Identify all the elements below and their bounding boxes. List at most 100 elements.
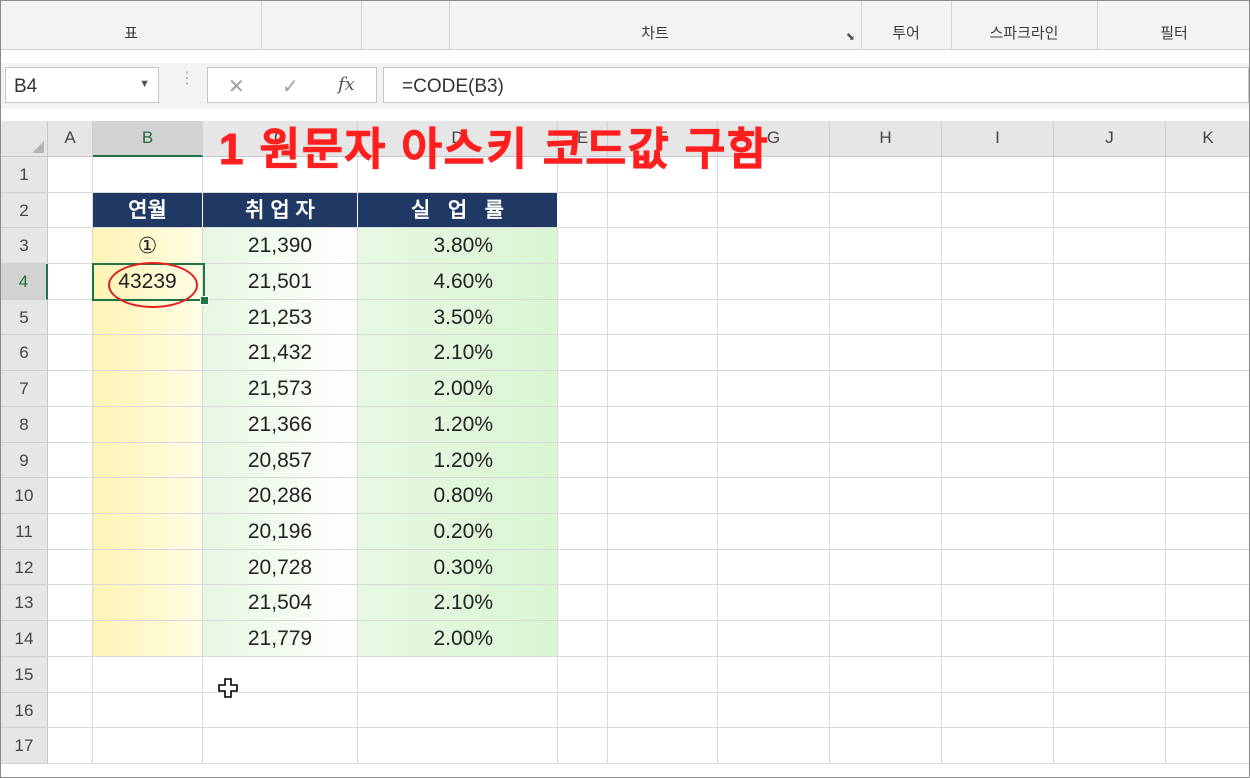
grid-cell[interactable] <box>1166 550 1249 585</box>
grid-cell[interactable] <box>830 621 942 657</box>
grid-cell[interactable] <box>1054 693 1166 728</box>
grid-cell[interactable] <box>942 693 1054 728</box>
chevron-down-icon[interactable]: ▼ <box>139 78 150 90</box>
grid-cell[interactable] <box>830 228 942 264</box>
cell-c9[interactable]: 20,857 <box>203 443 358 478</box>
grid-cell[interactable] <box>48 157 93 193</box>
cell-d3[interactable]: 3.80% <box>358 228 558 264</box>
grid-cell[interactable] <box>718 300 830 335</box>
grid-cell[interactable] <box>608 585 718 621</box>
column-header-h[interactable]: H <box>830 121 942 157</box>
cell-c10[interactable]: 20,286 <box>203 478 358 514</box>
grid-cell[interactable] <box>1054 371 1166 407</box>
grid-cell[interactable] <box>48 728 93 764</box>
grid-cell[interactable] <box>1166 193 1249 228</box>
grid-cell[interactable] <box>718 264 830 300</box>
row-header[interactable]: 14 <box>1 621 48 657</box>
grid-cell[interactable] <box>608 657 718 693</box>
cell-d9[interactable]: 1.20% <box>358 443 558 478</box>
grid-cell[interactable] <box>558 264 608 300</box>
grid-cell[interactable] <box>358 657 558 693</box>
row-header[interactable]: 7 <box>1 371 48 407</box>
grid-cell[interactable] <box>718 371 830 407</box>
cell-d13[interactable]: 2.10% <box>358 585 558 621</box>
grid-cell[interactable] <box>93 157 203 193</box>
grid-cell[interactable] <box>358 693 558 728</box>
cell-c5[interactable]: 21,253 <box>203 300 358 335</box>
grid-cell[interactable] <box>830 585 942 621</box>
column-header-j[interactable]: J <box>1054 121 1166 157</box>
grid-cell[interactable] <box>942 371 1054 407</box>
row-header[interactable]: 5 <box>1 300 48 335</box>
ribbon-group-table[interactable]: 표 <box>1 1 262 49</box>
grid-cell[interactable] <box>942 514 1054 550</box>
grid-cell[interactable] <box>1054 657 1166 693</box>
column-header-i[interactable]: I <box>942 121 1054 157</box>
fill-handle[interactable] <box>200 296 209 305</box>
grid-cell[interactable] <box>942 228 1054 264</box>
row-header[interactable]: 15 <box>1 657 48 693</box>
grid-cell[interactable] <box>1054 550 1166 585</box>
grid-cell[interactable] <box>93 693 203 728</box>
grid-cell[interactable] <box>718 621 830 657</box>
ribbon-group-filter[interactable]: 필터 <box>1097 1 1249 49</box>
grid-cell[interactable] <box>830 300 942 335</box>
worksheet-grid[interactable]: A B C D E F G H I J K 1 2 3 4 5 6 7 8 9 … <box>1 121 1249 777</box>
cell-b12[interactable] <box>93 550 203 585</box>
row-header[interactable]: 6 <box>1 335 48 371</box>
row-header[interactable]: 3 <box>1 228 48 264</box>
grid-cell[interactable] <box>558 478 608 514</box>
grid-cell[interactable] <box>830 514 942 550</box>
formula-input[interactable]: =CODE(B3) <box>383 67 1249 103</box>
grid-cell[interactable] <box>48 193 93 228</box>
header-cell-unemployment[interactable]: 실 업 률 <box>358 193 558 228</box>
cell-b9[interactable] <box>93 443 203 478</box>
grid-cell[interactable] <box>830 157 942 193</box>
formula-bar-grip-icon[interactable]: ⋮ <box>179 71 195 87</box>
grid-cell[interactable] <box>608 728 718 764</box>
grid-cell[interactable] <box>48 300 93 335</box>
grid-cell[interactable] <box>942 550 1054 585</box>
grid-cell[interactable] <box>1054 228 1166 264</box>
grid-cell[interactable] <box>1166 621 1249 657</box>
cell-c14[interactable]: 21,779 <box>203 621 358 657</box>
cell-d8[interactable]: 1.20% <box>358 407 558 443</box>
grid-cell[interactable] <box>1166 693 1249 728</box>
column-header-a[interactable]: A <box>48 121 93 157</box>
grid-cell[interactable] <box>718 335 830 371</box>
cell-d11[interactable]: 0.20% <box>358 514 558 550</box>
dialog-launcher-icon[interactable]: ⬊ <box>846 30 855 43</box>
row-header[interactable]: 10 <box>1 478 48 514</box>
grid-cell[interactable] <box>1054 193 1166 228</box>
cell-b3[interactable]: ① <box>93 228 203 264</box>
grid-cell[interactable] <box>48 550 93 585</box>
grid-cell[interactable] <box>718 728 830 764</box>
grid-cell[interactable] <box>830 264 942 300</box>
grid-cell[interactable] <box>1054 335 1166 371</box>
ribbon-group[interactable] <box>261 1 362 49</box>
grid-cell[interactable] <box>48 228 93 264</box>
grid-cell[interactable] <box>718 585 830 621</box>
grid-cell[interactable] <box>1166 335 1249 371</box>
grid-cell[interactable] <box>48 693 93 728</box>
grid-cell[interactable] <box>608 300 718 335</box>
grid-cell[interactable] <box>48 514 93 550</box>
grid-cell[interactable] <box>1166 478 1249 514</box>
cell-d10[interactable]: 0.80% <box>358 478 558 514</box>
grid-cell[interactable] <box>608 193 718 228</box>
grid-cell[interactable] <box>1166 585 1249 621</box>
grid-cell[interactable] <box>718 693 830 728</box>
grid-cell[interactable] <box>1054 478 1166 514</box>
grid-cell[interactable] <box>608 264 718 300</box>
grid-cell[interactable] <box>48 443 93 478</box>
cell-d7[interactable]: 2.00% <box>358 371 558 407</box>
grid-cell[interactable] <box>830 693 942 728</box>
row-header[interactable]: 2 <box>1 193 48 228</box>
grid-cell[interactable] <box>942 264 1054 300</box>
grid-cell[interactable] <box>608 550 718 585</box>
row-header[interactable]: 4 <box>1 264 48 300</box>
grid-cell[interactable] <box>558 443 608 478</box>
grid-cell[interactable] <box>48 335 93 371</box>
grid-cell[interactable] <box>608 407 718 443</box>
header-cell-employed[interactable]: 취 업 자 <box>203 193 358 228</box>
